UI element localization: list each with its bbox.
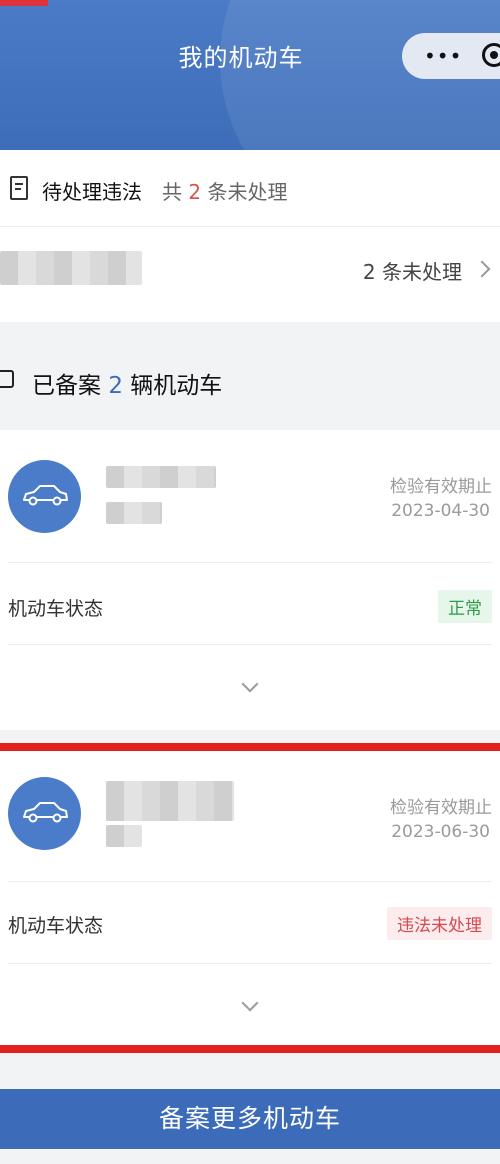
inspection-valid-date: 2023-04-30: [391, 501, 490, 521]
divider: [8, 644, 492, 645]
violations-summary: 共 2 条未处理: [162, 176, 287, 205]
redacted-plate: [106, 781, 234, 821]
car-icon: [23, 485, 68, 506]
summary-count: 2: [188, 180, 202, 204]
nav-header: 我的机动车 •••: [0, 0, 500, 150]
vehicle-card[interactable]: 检验有效期止 2023-06-30 机动车状态 违法未处理: [0, 751, 500, 1045]
chevron-right-icon: [473, 260, 491, 278]
status-badge: 正常: [438, 590, 492, 623]
fleet-title-prefix: 已备案: [32, 373, 101, 399]
car-icon: [23, 802, 68, 823]
registered-vehicles-heading: 已备案 2 辆机动车: [0, 362, 500, 402]
redacted-type: [106, 502, 162, 524]
divider: [8, 963, 492, 964]
vehicle-card[interactable]: 检验有效期止 2023-04-30 机动车状态 正常: [0, 430, 500, 730]
summary-suffix: 条未处理: [207, 180, 288, 204]
divider: [8, 562, 492, 563]
mini-program-capsule: •••: [402, 33, 500, 79]
fleet-title-suffix: 辆机动车: [130, 373, 223, 399]
redacted-plate: [0, 251, 142, 285]
vehicle-state-label: 机动车状态: [8, 915, 104, 937]
pending-count-text: 2 条未处理: [362, 260, 462, 284]
more-ellipsis-icon[interactable]: •••: [424, 44, 462, 68]
highlight-line: [0, 743, 500, 751]
status-badge: 违法未处理: [387, 907, 492, 940]
document-icon: [10, 176, 28, 200]
summary-prefix: 共: [162, 180, 182, 204]
vehicle-state-label: 机动车状态: [8, 598, 104, 620]
redacted-plate: [106, 466, 216, 488]
violation-row[interactable]: 2 条未处理: [0, 227, 500, 322]
redacted-type: [106, 825, 142, 847]
chevron-down-icon[interactable]: [241, 675, 259, 693]
violations-header: 待处理违法 共 2 条未处理: [0, 150, 500, 226]
divider: [8, 881, 492, 882]
inspection-valid-label: 检验有效期止: [390, 798, 492, 818]
inspection-valid-date: 2023-06-30: [391, 822, 490, 842]
car-outline-icon: [0, 370, 14, 388]
car-avatar-icon: [8, 460, 81, 533]
violations-title: 待处理违法: [42, 180, 142, 204]
pending-violations-card: 待处理违法 共 2 条未处理 2 条未处理: [0, 150, 500, 322]
chevron-down-icon[interactable]: [241, 994, 259, 1012]
inspection-valid-label: 检验有效期止: [390, 477, 492, 497]
highlight-line: [0, 1045, 500, 1053]
fleet-title: 已备案 2 辆机动车: [32, 366, 222, 400]
car-avatar-icon: [8, 777, 81, 850]
fleet-count: 2: [108, 373, 123, 399]
close-target-icon[interactable]: [482, 43, 500, 67]
status-mark: [0, 0, 48, 6]
register-more-vehicles-button[interactable]: 备案更多机动车: [0, 1089, 500, 1149]
